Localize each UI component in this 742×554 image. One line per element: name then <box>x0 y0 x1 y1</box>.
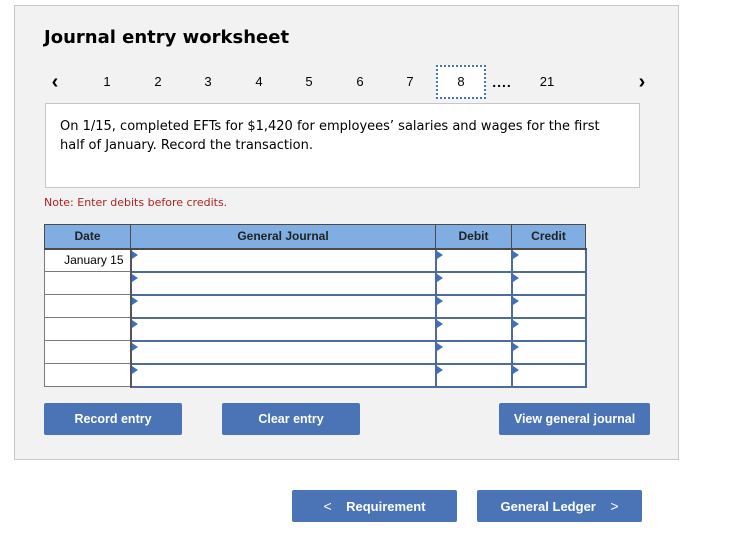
date-cell <box>44 317 132 341</box>
dropdown-caret-icon <box>512 319 519 328</box>
journal-input[interactable] <box>131 272 435 294</box>
table-row <box>44 339 587 365</box>
debit-input[interactable] <box>436 295 511 317</box>
worksheet-pager: ‹ 1 2 3 4 5 6 7 8 .... 21 › <box>15 64 680 100</box>
journal-input[interactable] <box>131 249 435 271</box>
journal-cell <box>129 247 437 273</box>
table-header-row: Date General Journal Debit Credit <box>44 224 586 250</box>
page-21-tab[interactable]: 21 <box>535 64 559 100</box>
general-ledger-label: General Ledger <box>500 499 596 514</box>
prev-page-chevron-icon[interactable]: ‹ <box>45 64 65 100</box>
next-page-chevron-icon[interactable]: › <box>632 64 652 100</box>
journal-input[interactable] <box>131 295 435 317</box>
clear-entry-button[interactable]: Clear entry <box>222 403 360 435</box>
journal-cell <box>129 270 437 296</box>
dropdown-caret-icon <box>512 365 519 374</box>
record-entry-button[interactable]: Record entry <box>44 403 182 435</box>
credit-cell <box>510 362 587 388</box>
date-cell <box>44 340 132 364</box>
debit-cell <box>434 362 513 388</box>
dropdown-caret-icon <box>512 250 519 259</box>
date-cell: January 15 <box>44 248 132 272</box>
credit-cell <box>510 339 587 365</box>
view-general-journal-button[interactable]: View general journal <box>499 403 650 435</box>
journal-entry-worksheet-panel: Journal entry worksheet ‹ 1 2 3 4 5 6 7 … <box>14 5 679 460</box>
general-ledger-nav-button[interactable]: General Ledger > <box>477 490 642 522</box>
dropdown-caret-icon <box>512 342 519 351</box>
debit-input[interactable] <box>436 364 511 386</box>
journal-input[interactable] <box>131 364 435 386</box>
debit-cell <box>434 247 513 273</box>
credit-input[interactable] <box>512 272 585 294</box>
dropdown-caret-icon <box>436 250 443 259</box>
credit-cell <box>510 247 587 273</box>
chevron-left-icon: < <box>323 498 332 514</box>
page-3-tab[interactable]: 3 <box>198 64 218 100</box>
chevron-right-icon: > <box>610 498 619 514</box>
dropdown-caret-icon <box>512 296 519 305</box>
dropdown-caret-icon <box>436 273 443 282</box>
debit-input[interactable] <box>436 341 511 363</box>
page-1-tab[interactable]: 1 <box>97 64 117 100</box>
journal-input[interactable] <box>131 341 435 363</box>
dropdown-caret-icon <box>131 342 138 351</box>
table-row <box>44 362 587 388</box>
dropdown-caret-icon <box>131 319 138 328</box>
header-date: Date <box>44 224 131 250</box>
credit-cell <box>510 293 587 319</box>
credit-cell <box>510 316 587 342</box>
credit-input[interactable] <box>512 249 585 271</box>
page-2-tab[interactable]: 2 <box>148 64 168 100</box>
dropdown-caret-icon <box>436 319 443 328</box>
credit-input[interactable] <box>512 341 585 363</box>
journal-cell <box>129 339 437 365</box>
debit-cell <box>434 293 513 319</box>
date-cell <box>44 294 132 318</box>
requirement-label: Requirement <box>346 499 426 514</box>
dropdown-caret-icon <box>436 365 443 374</box>
journal-entry-table: Date General Journal Debit Credit Januar… <box>44 224 587 388</box>
table-row <box>44 270 587 296</box>
debit-cell <box>434 339 513 365</box>
requirement-nav-button[interactable]: < Requirement <box>292 490 457 522</box>
credit-input[interactable] <box>512 295 585 317</box>
dropdown-caret-icon <box>436 296 443 305</box>
dropdown-caret-icon <box>512 273 519 282</box>
page-5-tab[interactable]: 5 <box>299 64 319 100</box>
journal-cell <box>129 316 437 342</box>
worksheet-title: Journal entry worksheet <box>44 27 290 48</box>
pager-ellipsis: .... <box>492 74 512 90</box>
transaction-prompt: On 1/15, completed EFTs for $1,420 for e… <box>45 103 640 188</box>
page-4-tab[interactable]: 4 <box>249 64 269 100</box>
debit-input[interactable] <box>436 272 511 294</box>
page-6-tab[interactable]: 6 <box>350 64 370 100</box>
header-credit: Credit <box>511 224 586 250</box>
credit-cell <box>510 270 587 296</box>
credit-input[interactable] <box>512 364 585 386</box>
debit-cell <box>434 316 513 342</box>
debits-note: Note: Enter debits before credits. <box>44 196 228 209</box>
page-8-tab-active[interactable]: 8 <box>436 65 486 99</box>
table-row: January 15 <box>44 247 587 273</box>
journal-cell <box>129 362 437 388</box>
header-debit: Debit <box>435 224 512 250</box>
dropdown-caret-icon <box>131 296 138 305</box>
page-7-tab[interactable]: 7 <box>400 64 420 100</box>
dropdown-caret-icon <box>131 365 138 374</box>
table-row <box>44 316 587 342</box>
journal-cell <box>129 293 437 319</box>
header-general-journal: General Journal <box>130 224 436 250</box>
debit-input[interactable] <box>436 318 511 340</box>
debit-input[interactable] <box>436 249 511 271</box>
debit-cell <box>434 270 513 296</box>
date-cell <box>44 271 132 295</box>
journal-input[interactable] <box>131 318 435 340</box>
dropdown-caret-icon <box>436 342 443 351</box>
table-row <box>44 293 587 319</box>
credit-input[interactable] <box>512 318 585 340</box>
dropdown-caret-icon <box>131 273 138 282</box>
date-cell <box>44 363 132 387</box>
dropdown-caret-icon <box>131 250 138 259</box>
